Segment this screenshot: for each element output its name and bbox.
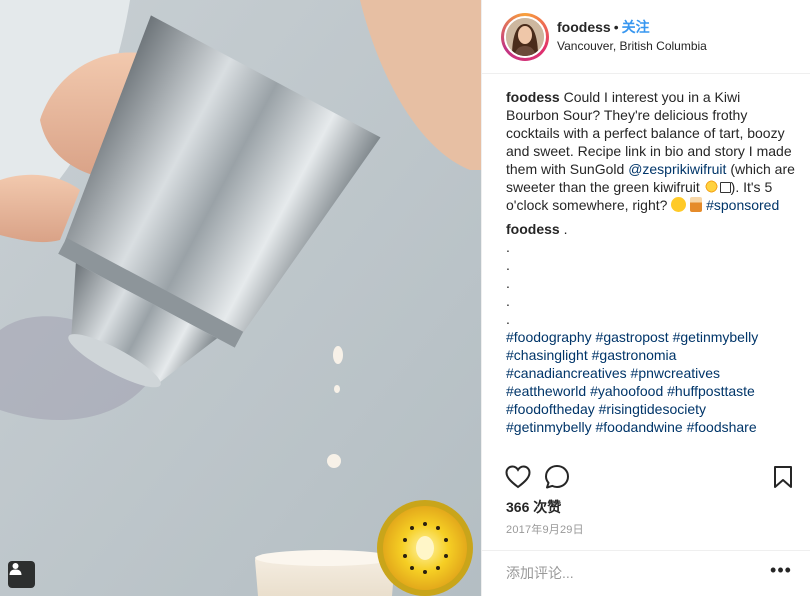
hashtag-link[interactable]: #foodoftheday	[506, 401, 595, 417]
hashtag-line: #chasinglight #gastronomia	[506, 346, 796, 364]
comment-button[interactable]	[543, 464, 571, 490]
hashtag-sponsored[interactable]: #sponsored	[706, 197, 779, 213]
instagram-post: foodess • 关注 Vancouver, British Columbia f…	[0, 0, 810, 596]
hashtag-link[interactable]: #foodandwine	[596, 419, 683, 435]
likes-count[interactable]: 366 次赞	[506, 497, 561, 517]
tagged-users-button[interactable]	[8, 561, 35, 588]
hashtag-link[interactable]: #gastronomia	[592, 347, 677, 363]
hashtag-link[interactable]: #getinmybelly	[506, 419, 592, 435]
smile-emoji-icon	[671, 197, 687, 212]
author-comment: foodess . . . . . . #foodography #gastro…	[506, 220, 796, 436]
add-comment-bar: •••	[482, 550, 810, 596]
post-actions	[482, 460, 810, 494]
cocktail-shaker-image	[0, 0, 481, 596]
hashtag-link[interactable]: #eattheworld	[506, 383, 586, 399]
comment-dot-line: .	[506, 239, 510, 255]
hashtag-link[interactable]: #pnwcreatives	[631, 365, 721, 381]
hashtag-link[interactable]: #chasinglight	[506, 347, 588, 363]
comment-dot-line: .	[506, 275, 510, 291]
hashtag-link[interactable]: #yahoofood	[590, 383, 663, 399]
cocktail-emoji-icon	[690, 197, 703, 212]
hashtag-link[interactable]: #foodshare	[687, 419, 757, 435]
comment-input[interactable]	[506, 563, 756, 583]
comment-dot-line: .	[506, 311, 510, 327]
hashtag-link[interactable]: #canadiancreatives	[506, 365, 627, 381]
like-button[interactable]	[504, 464, 532, 490]
location-link[interactable]: Vancouver, British Columbia	[557, 38, 707, 54]
hashtag-link[interactable]: #foodography	[506, 329, 592, 345]
hashtag-line: #canadiancreatives #pnwcreatives	[506, 364, 796, 382]
more-options-button[interactable]: •••	[769, 561, 793, 584]
follow-button[interactable]: 关注	[622, 19, 650, 35]
post-caption: foodess Could I interest you in a Kiwi B…	[506, 88, 796, 436]
hashtag-line: #getinmybelly #foodandwine #foodshare	[506, 418, 796, 436]
mention-link[interactable]: @zesprikiwifruit	[628, 161, 726, 177]
hashtag-link[interactable]: #gastropost	[596, 329, 669, 345]
bookmark-icon	[774, 466, 792, 488]
avatar-image	[504, 15, 546, 58]
hashtag-line: #foodography #gastropost #getinmybelly	[506, 328, 796, 346]
missing-glyph-icon	[719, 182, 731, 193]
hashtag-line: #eattheworld #yahoofood #huffposttaste	[506, 382, 796, 400]
comment-dot-line: .	[506, 293, 510, 309]
caption-text: foodess Could I interest you in a Kiwi B…	[506, 88, 796, 214]
post-date[interactable]: 2017年9月29日	[506, 521, 584, 537]
avatar[interactable]	[501, 12, 549, 61]
heart-icon	[505, 465, 531, 489]
post-sidebar: foodess • 关注 Vancouver, British Columbia f…	[481, 0, 810, 596]
comment-dot-line: .	[506, 257, 510, 273]
comment-username[interactable]: foodess	[506, 221, 560, 237]
comment-bubble-icon	[545, 465, 569, 489]
hashtag-link[interactable]: #huffposttaste	[667, 383, 755, 399]
separator-dot: •	[613, 18, 619, 35]
sun-emoji-icon	[703, 179, 719, 194]
user-tag-icon	[9, 563, 22, 575]
hashtag-line: #foodoftheday #risingtidesociety	[506, 400, 796, 418]
caption-username[interactable]: foodess	[506, 89, 560, 105]
post-header: foodess • 关注 Vancouver, British Columbia	[482, 0, 810, 74]
hashtag-link[interactable]: #risingtidesociety	[599, 401, 706, 417]
post-photo[interactable]	[0, 0, 481, 596]
username-link[interactable]: foodess	[557, 19, 611, 35]
comment-text: .	[563, 221, 568, 237]
hashtag-link[interactable]: #getinmybelly	[673, 329, 759, 345]
save-button[interactable]	[771, 464, 795, 490]
